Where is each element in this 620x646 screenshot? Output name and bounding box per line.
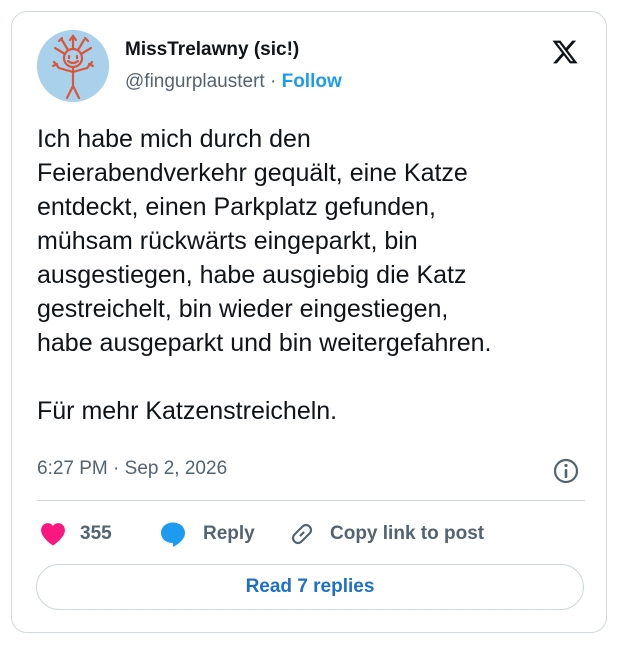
- like-count: 355: [80, 523, 112, 544]
- follow-button[interactable]: Follow: [282, 71, 342, 92]
- smiling-sun-figure-drawing-icon: [37, 30, 109, 102]
- tweet-text-line: mühsam rückwärts eingeparkt, bin: [37, 227, 418, 255]
- copy-link-button[interactable]: Copy link to post: [288, 516, 484, 552]
- tweet-text-line: gestreichelt, bin wieder eingestiegen,: [37, 295, 449, 323]
- reply-bubble-icon: [161, 522, 185, 547]
- tweet-text: Ich habe mich durch den Feierabendverkeh…: [37, 122, 593, 428]
- tweet-text-line: entdeckt, einen Parkplatz gefunden,: [37, 193, 436, 221]
- heart-icon: [41, 523, 65, 546]
- author-handle-row: @fingurplaustert · Follow: [125, 71, 342, 93]
- reply-label: Reply: [203, 523, 255, 544]
- tweet-text-line: Ich habe mich durch den: [37, 125, 311, 153]
- divider: [37, 500, 585, 501]
- timestamp-separator: ·: [113, 458, 120, 479]
- handle-separator: ·: [269, 71, 277, 92]
- tweet-card: MissTrelawny (sic!) @fingurplaustert · F…: [11, 11, 607, 633]
- author-display-name[interactable]: MissTrelawny (sic!): [125, 39, 299, 61]
- tweet-time: 6:27 PM: [37, 458, 108, 479]
- tweet-date: Sep 2, 2026: [124, 458, 228, 479]
- reply-button[interactable]: Reply: [159, 516, 255, 552]
- tweet-text-line: Feierabendverkehr gequält, eine Katze: [37, 159, 468, 187]
- tweet-text-line: ausgestiegen, habe ausgiebig die Katz: [37, 261, 467, 289]
- link-icon: [291, 523, 313, 545]
- x-logo-icon[interactable]: [550, 38, 580, 66]
- like-button[interactable]: 355: [40, 516, 112, 552]
- tweet-timestamp[interactable]: 6:27 PM · Sep 2, 2026: [37, 458, 227, 480]
- tweet-closing-line: Für mehr Katzenstreicheln.: [37, 397, 338, 425]
- tweet-text-line: habe ausgeparkt und bin weitergefahren.: [37, 329, 492, 357]
- author-avatar[interactable]: [37, 30, 109, 102]
- author-handle[interactable]: @fingurplaustert: [125, 71, 265, 92]
- copy-link-label: Copy link to post: [330, 523, 485, 544]
- read-replies-button[interactable]: Read 7 replies: [36, 564, 584, 610]
- info-icon[interactable]: [552, 457, 580, 485]
